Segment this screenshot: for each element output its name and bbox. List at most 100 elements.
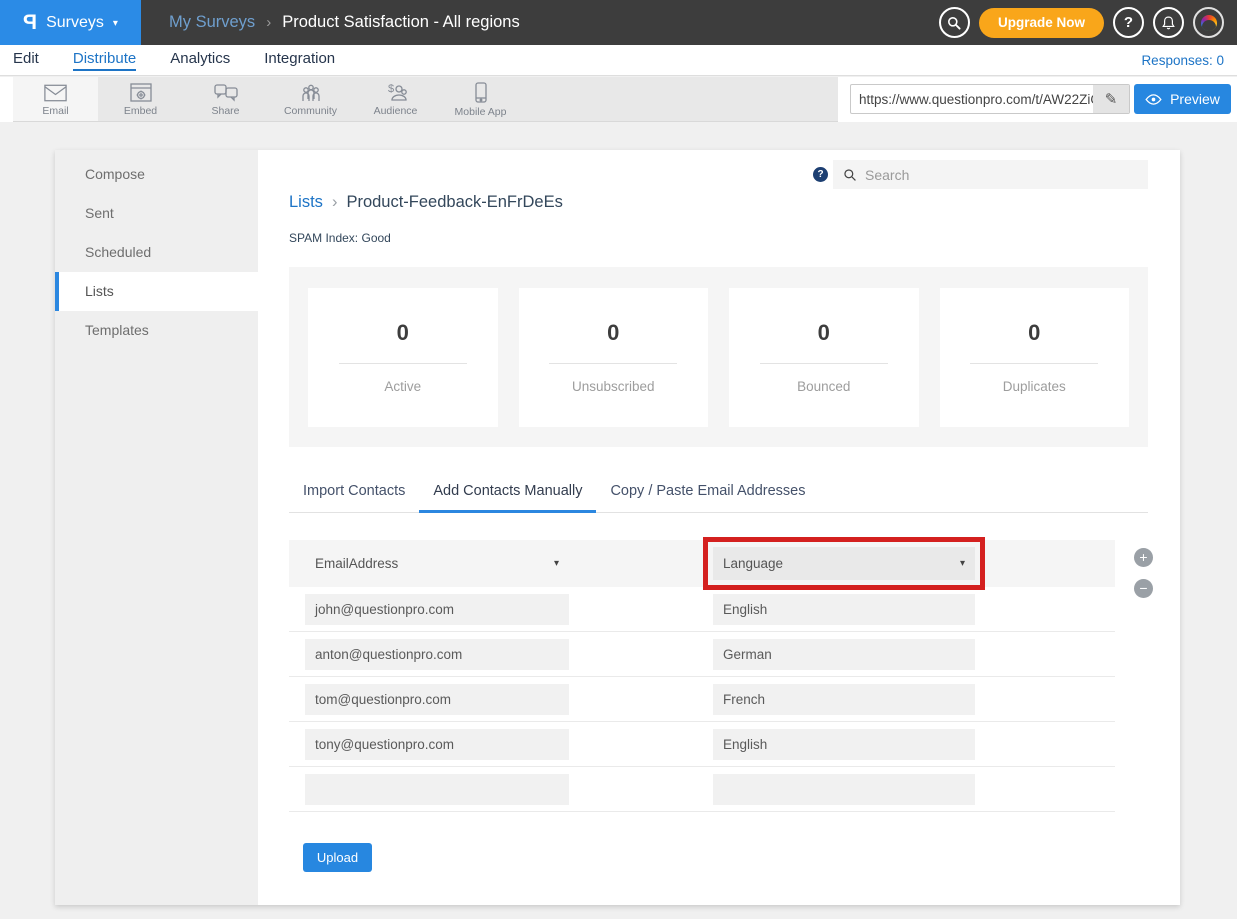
chevron-down-icon: ▾ <box>554 558 559 569</box>
avatar[interactable] <box>1193 7 1224 38</box>
tab-analytics[interactable]: Analytics <box>170 50 230 71</box>
stat-label: Bounced <box>729 379 919 394</box>
search-help-icon[interactable]: ? <box>813 167 828 182</box>
language-field[interactable]: English <box>713 729 975 760</box>
email-field[interactable]: tony@questionpro.com <box>305 729 569 760</box>
language-field[interactable]: English <box>713 594 975 625</box>
channel-audience[interactable]: $ Audience <box>353 77 438 121</box>
breadcrumb: My Surveys › Product Satisfaction - All … <box>169 13 520 32</box>
spam-index: SPAM Index: Good <box>289 231 391 245</box>
remove-row-button[interactable]: − <box>1134 579 1153 598</box>
tab-import-contacts[interactable]: Import Contacts <box>289 483 419 513</box>
field-selector-emailaddress[interactable]: EmailAddress ▾ <box>305 548 569 579</box>
notifications-button[interactable] <box>1153 7 1184 38</box>
field-selector-language[interactable]: Language ▾ <box>713 547 975 580</box>
language-field[interactable]: French <box>713 684 975 715</box>
breadcrumb-separator-icon: › <box>332 193 338 212</box>
bell-icon <box>1161 15 1176 31</box>
stat-card-bounced: 0 Bounced <box>729 288 919 427</box>
sidebar-item-templates[interactable]: Templates <box>55 311 258 350</box>
tab-copy-paste-email-addresses[interactable]: Copy / Paste Email Addresses <box>596 483 819 513</box>
survey-title: Product Satisfaction - All regions <box>282 13 520 32</box>
stat-card-unsubscribed: 0 Unsubscribed <box>519 288 709 427</box>
eye-icon <box>1145 94 1162 105</box>
table-row: anton@questionpro.com German <box>289 632 1115 677</box>
channel-community[interactable]: Community <box>268 77 353 121</box>
survey-url-input[interactable] <box>851 85 1093 113</box>
stat-label: Duplicates <box>940 379 1130 394</box>
preview-button[interactable]: Preview <box>1134 84 1231 114</box>
sidebar-item-scheduled[interactable]: Scheduled <box>55 233 258 272</box>
email-field[interactable] <box>305 774 569 805</box>
preview-label: Preview <box>1170 91 1220 107</box>
chevron-down-icon: ▾ <box>960 558 965 569</box>
tab-distribute[interactable]: Distribute <box>73 50 136 71</box>
sidebar-item-sent[interactable]: Sent <box>55 194 258 233</box>
search-input[interactable] <box>865 167 1138 183</box>
language-field[interactable] <box>713 774 975 805</box>
channel-share[interactable]: Share <box>183 77 268 121</box>
survey-nav: Edit Distribute Analytics Integration Re… <box>0 45 1237 76</box>
tab-edit[interactable]: Edit <box>13 50 39 71</box>
divider <box>970 363 1098 364</box>
language-field[interactable]: German <box>713 639 975 670</box>
search-icon <box>843 168 857 182</box>
distribute-toolbar: Email Embed Share Community $ Audience M… <box>0 77 1237 122</box>
gauge-icon <box>1201 15 1217 31</box>
pencil-icon: ✎ <box>1105 90 1118 108</box>
search-button[interactable] <box>939 7 970 38</box>
contacts-tabs: Import Contacts Add Contacts Manually Co… <box>289 483 1148 513</box>
upload-button[interactable]: Upload <box>303 843 372 872</box>
tab-integration[interactable]: Integration <box>264 50 335 71</box>
divider <box>339 363 467 364</box>
stat-label: Active <box>308 379 498 394</box>
upgrade-now-button[interactable]: Upgrade Now <box>979 8 1104 38</box>
channel-label: Audience <box>374 105 418 117</box>
tab-add-contacts-manually[interactable]: Add Contacts Manually <box>419 483 596 513</box>
chevron-down-icon: ▾ <box>113 18 118 29</box>
stat-value: 0 <box>729 320 919 346</box>
stat-value: 0 <box>940 320 1130 346</box>
add-row-button[interactable]: + <box>1134 548 1153 567</box>
channel-strip: Email Embed Share Community $ Audience M… <box>13 77 838 122</box>
list-breadcrumb: Lists › Product-Feedback-EnFrDeEs <box>289 193 563 212</box>
product-name: Surveys <box>46 14 104 32</box>
email-field[interactable]: tom@questionpro.com <box>305 684 569 715</box>
channel-email[interactable]: Email <box>13 77 98 121</box>
sidebar-item-compose[interactable]: Compose <box>55 155 258 194</box>
app-logo-menu[interactable]: P Surveys ▾ <box>0 0 141 45</box>
channel-embed[interactable]: Embed <box>98 77 183 121</box>
table-row <box>289 767 1115 812</box>
email-field[interactable]: john@questionpro.com <box>305 594 569 625</box>
questionpro-logo-icon: P <box>23 11 37 35</box>
spam-index-value: Good <box>361 231 390 245</box>
help-button[interactable]: ? <box>1113 7 1144 38</box>
channel-label: Community <box>284 105 337 117</box>
topbar: P Surveys ▾ My Surveys › Product Satisfa… <box>0 0 1237 45</box>
breadcrumb-separator-icon: › <box>266 14 271 31</box>
field-selector-value: Language <box>723 556 783 571</box>
edit-url-button[interactable]: ✎ <box>1093 85 1129 113</box>
embed-icon <box>129 82 153 104</box>
field-selector-value: EmailAddress <box>315 556 398 571</box>
plus-icon: + <box>1139 549 1147 565</box>
list-name: Product-Feedback-EnFrDeEs <box>346 193 562 212</box>
survey-url-box: ✎ <box>850 84 1130 114</box>
list-search-box <box>833 160 1148 189</box>
stat-card-duplicates: 0 Duplicates <box>940 288 1130 427</box>
search-icon <box>946 15 962 31</box>
table-row: tom@questionpro.com French <box>289 677 1115 722</box>
channel-label: Email <box>42 105 68 117</box>
audience-icon: $ <box>382 82 410 104</box>
mobile-app-icon <box>472 81 490 105</box>
email-lists-panel: Compose Sent Scheduled Lists Templates ?… <box>55 150 1180 905</box>
email-field[interactable]: anton@questionpro.com <box>305 639 569 670</box>
table-row: tony@questionpro.com English <box>289 722 1115 767</box>
breadcrumb-my-surveys[interactable]: My Surveys <box>169 13 255 32</box>
breadcrumb-lists-link[interactable]: Lists <box>289 193 323 212</box>
contacts-table-header: EmailAddress ▾ Language ▾ <box>289 540 1115 587</box>
channel-label: Share <box>211 105 239 117</box>
responses-count[interactable]: Responses: 0 <box>1141 53 1224 68</box>
channel-mobile-app[interactable]: Mobile App <box>438 77 523 121</box>
sidebar-item-lists[interactable]: Lists <box>55 272 258 311</box>
